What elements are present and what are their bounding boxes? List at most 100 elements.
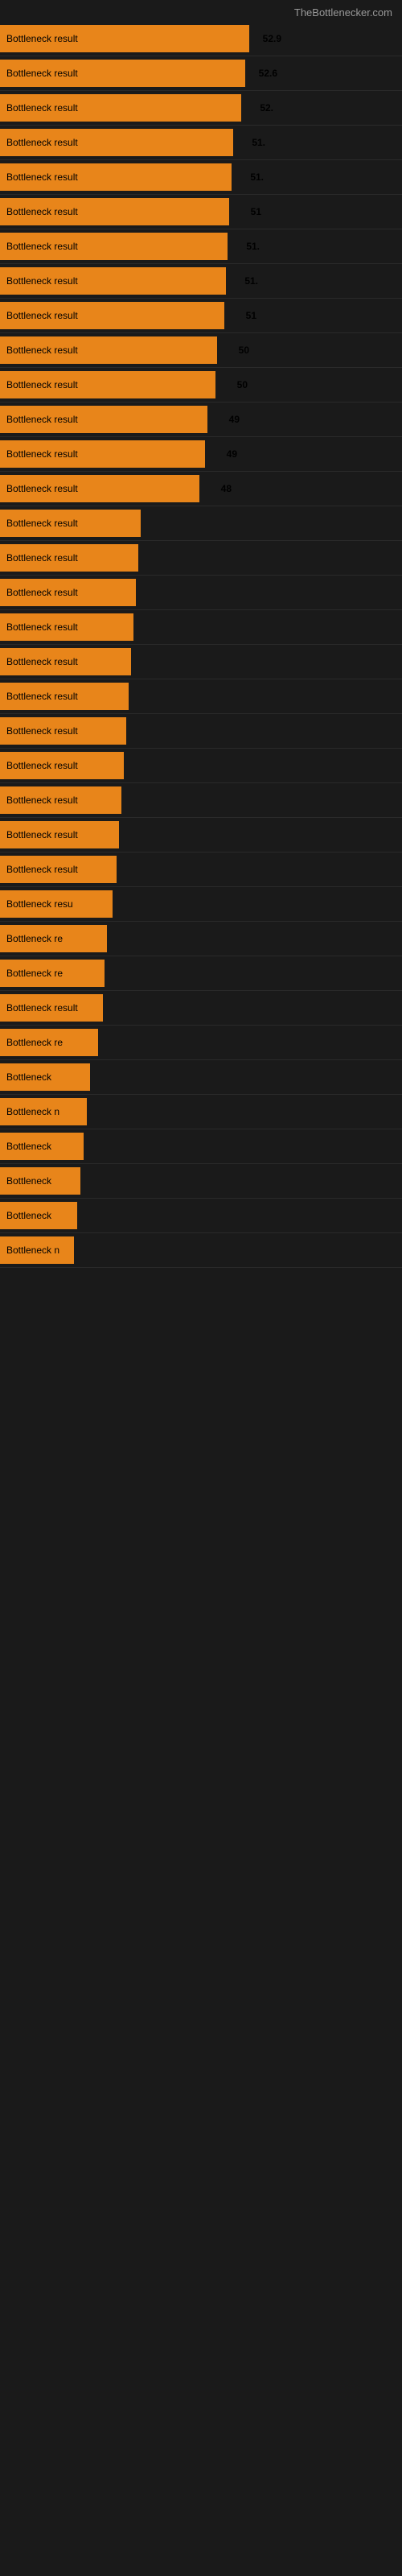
bar-row-16: Bottleneck result — [0, 576, 402, 610]
bar-label-20: Bottleneck result — [3, 725, 78, 737]
bar-row-2: Bottleneck result 52. — [0, 91, 402, 126]
bar-18: Bottleneck result — [0, 648, 131, 675]
bar-label-26: Bottleneck re — [3, 933, 63, 944]
bar-row-8: Bottleneck result51 — [0, 299, 402, 333]
bar-15: Bottleneck result — [0, 544, 138, 572]
bar-value-1: 52.6 — [259, 68, 277, 79]
bar-32: Bottleneck — [0, 1133, 84, 1160]
bar-label-7: Bottleneck result — [3, 275, 78, 287]
bar-value-9: 50 — [239, 345, 249, 356]
bar-5: Bottleneck result51 — [0, 198, 229, 225]
bar-0: Bottleneck result52.9 — [0, 25, 249, 52]
bar-label-2: Bottleneck result — [3, 102, 78, 114]
bar-value-11: 49 — [229, 414, 240, 425]
bar-row-1: Bottleneck result 52.6 — [0, 56, 402, 91]
bar-row-12: Bottleneck result 49 — [0, 437, 402, 472]
bar-7: Bottleneck result51. — [0, 267, 226, 295]
bar-label-9: Bottleneck result — [3, 345, 78, 356]
bar-row-0: Bottleneck result 52.9 — [0, 22, 402, 56]
bar-value-6: 51. — [246, 241, 260, 252]
bar-label-29: Bottleneck re — [3, 1037, 63, 1048]
bar-label-11: Bottleneck result — [3, 414, 78, 425]
bar-label-15: Bottleneck result — [3, 552, 78, 564]
bar-value-10: 50 — [237, 379, 248, 390]
bar-31: Bottleneck n — [0, 1098, 87, 1125]
bar-row-28: Bottleneck result — [0, 991, 402, 1026]
bar-28: Bottleneck result — [0, 994, 103, 1022]
bar-33: Bottleneck — [0, 1167, 80, 1195]
bar-value-5: 51 — [251, 206, 261, 217]
bar-row-29: Bottleneck re — [0, 1026, 402, 1060]
bar-value-13: 48 — [221, 483, 232, 494]
bar-row-33: Bottleneck — [0, 1164, 402, 1199]
bar-label-10: Bottleneck result — [3, 379, 78, 390]
bar-value-0: 52.9 — [263, 33, 281, 44]
bar-row-11: Bottleneck result 49 — [0, 402, 402, 437]
bar-22: Bottleneck result — [0, 786, 121, 814]
bar-row-31: Bottleneck n — [0, 1095, 402, 1129]
bar-row-21: Bottleneck result — [0, 749, 402, 783]
bar-value-8: 51 — [246, 310, 256, 321]
bar-row-20: Bottleneck result — [0, 714, 402, 749]
bar-row-25: Bottleneck resu — [0, 887, 402, 922]
bar-label-22: Bottleneck result — [3, 795, 78, 806]
bar-label-31: Bottleneck n — [3, 1106, 59, 1117]
bar-row-10: Bottleneck result 50 — [0, 368, 402, 402]
bar-row-13: Bottleneck result48 — [0, 472, 402, 506]
bar-label-1: Bottleneck result — [3, 68, 78, 79]
bar-2: Bottleneck result52. — [0, 94, 241, 122]
bar-20: Bottleneck result — [0, 717, 126, 745]
bar-value-2: 52. — [260, 102, 273, 114]
bar-label-6: Bottleneck result — [3, 241, 78, 252]
bar-label-33: Bottleneck — [3, 1175, 51, 1187]
bar-label-3: Bottleneck result — [3, 137, 78, 148]
bar-row-22: Bottleneck result — [0, 783, 402, 818]
bar-9: Bottleneck result50 — [0, 336, 217, 364]
bar-row-24: Bottleneck result — [0, 852, 402, 887]
bar-4: Bottleneck result51. — [0, 163, 232, 191]
bar-label-34: Bottleneck — [3, 1210, 51, 1221]
bar-label-35: Bottleneck n — [3, 1245, 59, 1256]
bar-label-4: Bottleneck result — [3, 171, 78, 183]
bar-19: Bottleneck result — [0, 683, 129, 710]
bar-label-30: Bottleneck — [3, 1071, 51, 1083]
bar-30: Bottleneck — [0, 1063, 90, 1091]
bar-label-0: Bottleneck result — [3, 33, 78, 44]
bar-21: Bottleneck result — [0, 752, 124, 779]
bar-label-19: Bottleneck result — [3, 691, 78, 702]
bar-34: Bottleneck — [0, 1202, 77, 1229]
bar-label-14: Bottleneck result — [3, 518, 78, 529]
bar-35: Bottleneck n — [0, 1236, 74, 1264]
bar-12: Bottleneck result49 — [0, 440, 205, 468]
bar-8: Bottleneck result51 — [0, 302, 224, 329]
bar-row-18: Bottleneck result — [0, 645, 402, 679]
bar-row-17: Bottleneck result — [0, 610, 402, 645]
bar-16: Bottleneck result — [0, 579, 136, 606]
bar-label-16: Bottleneck result — [3, 587, 78, 598]
header: TheBottlenecker.com — [0, 0, 402, 22]
bar-label-28: Bottleneck result — [3, 1002, 78, 1013]
bar-25: Bottleneck resu — [0, 890, 113, 918]
bar-label-18: Bottleneck result — [3, 656, 78, 667]
bar-label-12: Bottleneck result — [3, 448, 78, 460]
bars-container: Bottleneck result 52.9 Bottleneck result 52… — [0, 22, 402, 1268]
bar-label-21: Bottleneck result — [3, 760, 78, 771]
bar-10: Bottleneck result50 — [0, 371, 215, 398]
bar-row-34: Bottleneck — [0, 1199, 402, 1233]
bar-label-32: Bottleneck — [3, 1141, 51, 1152]
bar-17: Bottleneck result — [0, 613, 133, 641]
bar-row-3: Bottleneck result 51. — [0, 126, 402, 160]
bar-row-9: Bottleneck result 50 — [0, 333, 402, 368]
bar-label-5: Bottleneck result — [3, 206, 78, 217]
bar-26: Bottleneck re — [0, 925, 107, 952]
bar-23: Bottleneck result — [0, 821, 119, 848]
bar-29: Bottleneck re — [0, 1029, 98, 1056]
bar-value-12: 49 — [227, 448, 237, 460]
bar-row-14: Bottleneck result — [0, 506, 402, 541]
bar-value-3: 51. — [252, 137, 265, 148]
bar-row-6: Bottleneck result 51. — [0, 229, 402, 264]
bar-label-17: Bottleneck result — [3, 621, 78, 633]
bar-row-4: Bottleneck result51. — [0, 160, 402, 195]
bar-label-24: Bottleneck result — [3, 864, 78, 875]
bar-row-5: Bottleneck result 51 — [0, 195, 402, 229]
